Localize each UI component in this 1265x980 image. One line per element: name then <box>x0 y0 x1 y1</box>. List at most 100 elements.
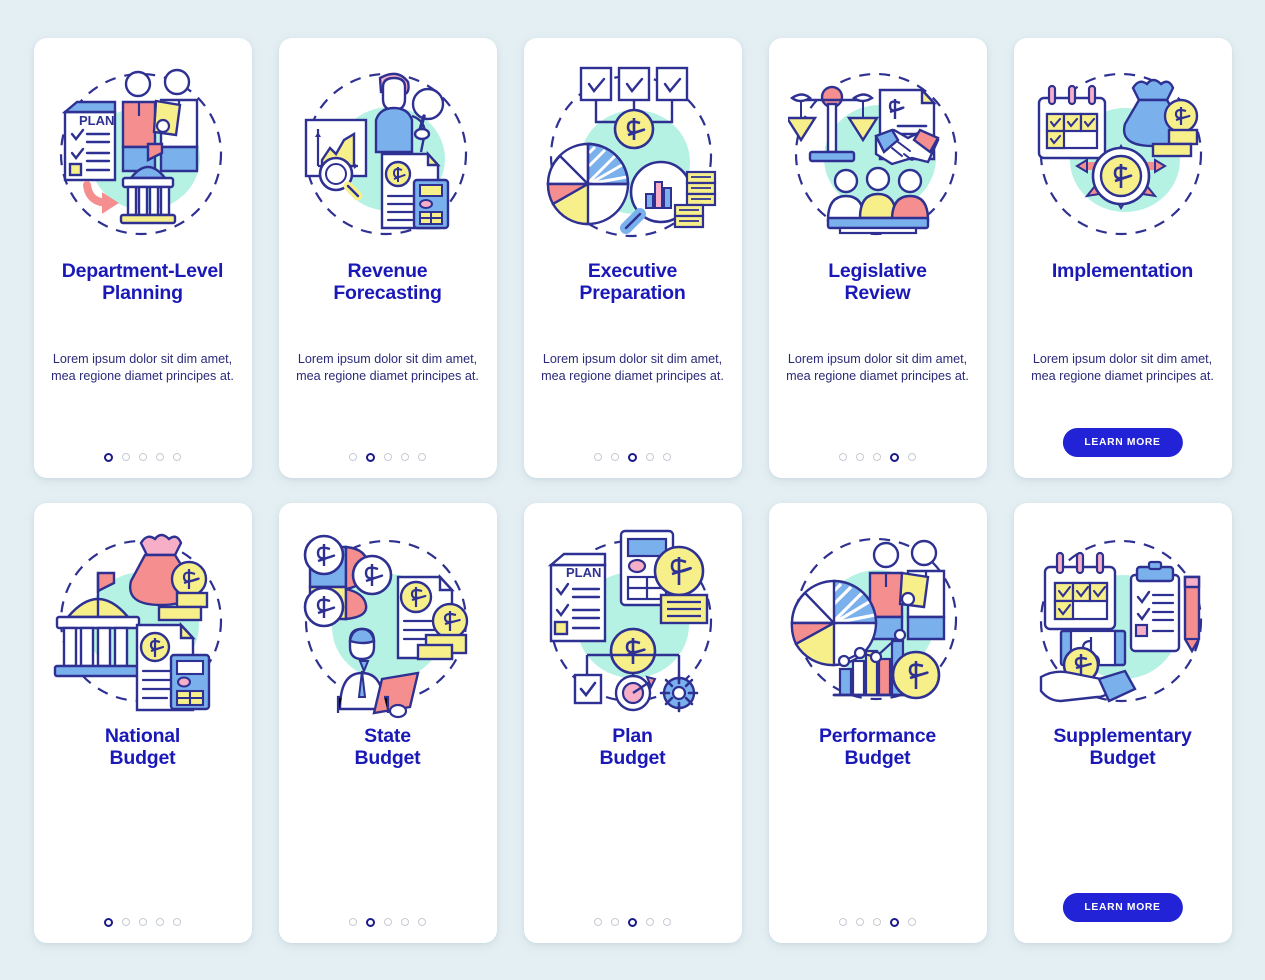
pagination-dot[interactable] <box>401 918 409 926</box>
pagination-dot[interactable] <box>611 453 619 461</box>
pagination-dot[interactable] <box>890 917 899 927</box>
card-title: State Budget <box>347 725 429 769</box>
pagination-dots <box>34 917 252 927</box>
card-title-line1: Legislative <box>828 259 927 282</box>
card-description: Lorem ipsum dolor sit dim amet, mea regi… <box>786 351 969 383</box>
pagination-dot[interactable] <box>156 918 164 926</box>
pagination-dot[interactable] <box>122 453 130 461</box>
legislative-review-illustration <box>787 54 968 254</box>
pagination-dot[interactable] <box>908 918 916 926</box>
pagination-dot[interactable] <box>139 918 147 926</box>
card-title-line1: Performance <box>818 724 937 747</box>
implementation-illustration <box>1033 54 1213 254</box>
pagination-dot[interactable] <box>839 453 847 461</box>
pagination-dots <box>769 452 987 462</box>
pagination-dots <box>769 917 987 927</box>
onboarding-card-legislative-review[interactable]: Legislative Review Lorem ipsum dolor sit… <box>768 37 987 478</box>
pagination-dot[interactable] <box>839 918 847 926</box>
pagination-dot[interactable] <box>856 918 864 926</box>
card-description: Lorem ipsum dolor sit dim amet, mea regi… <box>51 351 234 383</box>
card-title-line1: Implementation <box>1051 259 1194 282</box>
learn-more-button[interactable]: LEARN MORE <box>1062 427 1183 457</box>
card-title-line1: National <box>104 724 181 747</box>
pagination-dot[interactable] <box>908 453 916 461</box>
card-title-line1: Executive <box>587 259 678 282</box>
national-budget-illustration <box>53 519 233 719</box>
supplementary-budget-illustration <box>1033 519 1213 719</box>
card-title-line2: Budget <box>354 746 421 769</box>
card-title-line2: Preparation <box>579 281 686 304</box>
onboarding-card-state-budget[interactable]: State Budget Lorem ipsum dolor sit dim a… <box>278 502 497 943</box>
executive-preparation-illustration <box>543 54 723 254</box>
onboarding-card-revenue-forecasting[interactable]: Revenue Forecasting Lorem ipsum dolor si… <box>278 37 497 478</box>
plan-doc-label: PLAN <box>79 113 114 128</box>
pagination-dots <box>524 917 742 927</box>
onboarding-card-national-budget[interactable]: National Budget Lorem ipsum dolor sit di… <box>33 502 252 943</box>
pagination-dot[interactable] <box>646 918 654 926</box>
pagination-dot[interactable] <box>104 917 113 927</box>
card-description: Lorem ipsum dolor sit dim amet, mea regi… <box>541 351 724 383</box>
card-title-line2: Budget <box>844 746 911 769</box>
pagination-dot[interactable] <box>663 453 671 461</box>
card-description: Lorem ipsum dolor sit dim amet, mea regi… <box>1031 351 1214 383</box>
pagination-dot[interactable] <box>384 918 392 926</box>
pagination-dot[interactable] <box>384 453 392 461</box>
card-title: Revenue Forecasting <box>325 260 449 304</box>
pagination-dot[interactable] <box>663 918 671 926</box>
card-title: National Budget <box>97 725 188 769</box>
pagination-dot[interactable] <box>873 453 881 461</box>
pagination-dot[interactable] <box>418 453 426 461</box>
onboarding-card-implementation[interactable]: Implementation Lorem ipsum dolor sit dim… <box>1013 37 1232 478</box>
card-title: Performance Budget <box>811 725 944 769</box>
state-budget-illustration <box>298 519 478 719</box>
pagination-dot[interactable] <box>628 452 637 462</box>
pagination-dot[interactable] <box>104 452 113 462</box>
pagination-dots <box>524 452 742 462</box>
pagination-dot[interactable] <box>646 453 654 461</box>
pagination-dot[interactable] <box>139 453 147 461</box>
card-title-line2: Review <box>844 281 911 304</box>
pagination-dots <box>279 452 497 462</box>
onboarding-card-performance-budget[interactable]: Performance Budget Lorem ipsum dolor sit… <box>768 502 987 943</box>
learn-more-button[interactable]: LEARN MORE <box>1062 892 1183 922</box>
pagination-dot[interactable] <box>156 453 164 461</box>
pagination-dot[interactable] <box>856 453 864 461</box>
pagination-dot[interactable] <box>173 453 181 461</box>
plan-doc-label: PLAN <box>566 565 601 580</box>
pagination-dot[interactable] <box>418 918 426 926</box>
pagination-dot[interactable] <box>628 917 637 927</box>
card-title: Supplementary Budget <box>1045 725 1199 769</box>
card-title-line2: Planning <box>102 281 183 304</box>
card-title-line2: Budget <box>599 746 666 769</box>
department-level-planning-illustration: PLAN <box>53 54 233 254</box>
pagination-dot[interactable] <box>594 918 602 926</box>
pagination-dot[interactable] <box>366 452 375 462</box>
pagination-dot[interactable] <box>122 918 130 926</box>
card-title-line1: Revenue <box>347 259 428 282</box>
card-title: Department-Level Planning <box>54 260 232 304</box>
onboarding-card-supplementary-budget[interactable]: Supplementary Budget Lorem ipsum dolor s… <box>1013 502 1232 943</box>
card-title-line1: Plan <box>612 724 653 747</box>
onboarding-card-plan-budget[interactable]: PLAN Plan Budget <box>523 502 742 943</box>
pagination-dot[interactable] <box>349 918 357 926</box>
pagination-dot[interactable] <box>366 917 375 927</box>
onboarding-card-executive-preparation[interactable]: Executive Preparation Lorem ipsum dolor … <box>523 37 742 478</box>
card-title: Executive Preparation <box>571 260 693 304</box>
onboarding-screens-grid: PLAN Department-Level Planning Lorem ips… <box>0 0 1265 980</box>
plan-budget-illustration: PLAN <box>543 519 723 719</box>
card-title-line2: Forecasting <box>333 281 442 304</box>
pagination-dot[interactable] <box>611 918 619 926</box>
pagination-dot[interactable] <box>173 918 181 926</box>
card-title-line1: Supplementary <box>1053 724 1192 747</box>
pagination-dot[interactable] <box>873 918 881 926</box>
card-title-line2: Budget <box>1089 746 1156 769</box>
card-description: Lorem ipsum dolor sit dim amet, mea regi… <box>296 351 479 383</box>
card-title: Implementation <box>1044 260 1201 282</box>
pagination-dot[interactable] <box>349 453 357 461</box>
pagination-dots <box>279 917 497 927</box>
pagination-dot[interactable] <box>401 453 409 461</box>
onboarding-card-department-level-planning[interactable]: PLAN Department-Level Planning Lorem ips… <box>33 37 252 478</box>
card-title-line1: State <box>364 724 411 747</box>
pagination-dot[interactable] <box>890 452 899 462</box>
pagination-dot[interactable] <box>594 453 602 461</box>
